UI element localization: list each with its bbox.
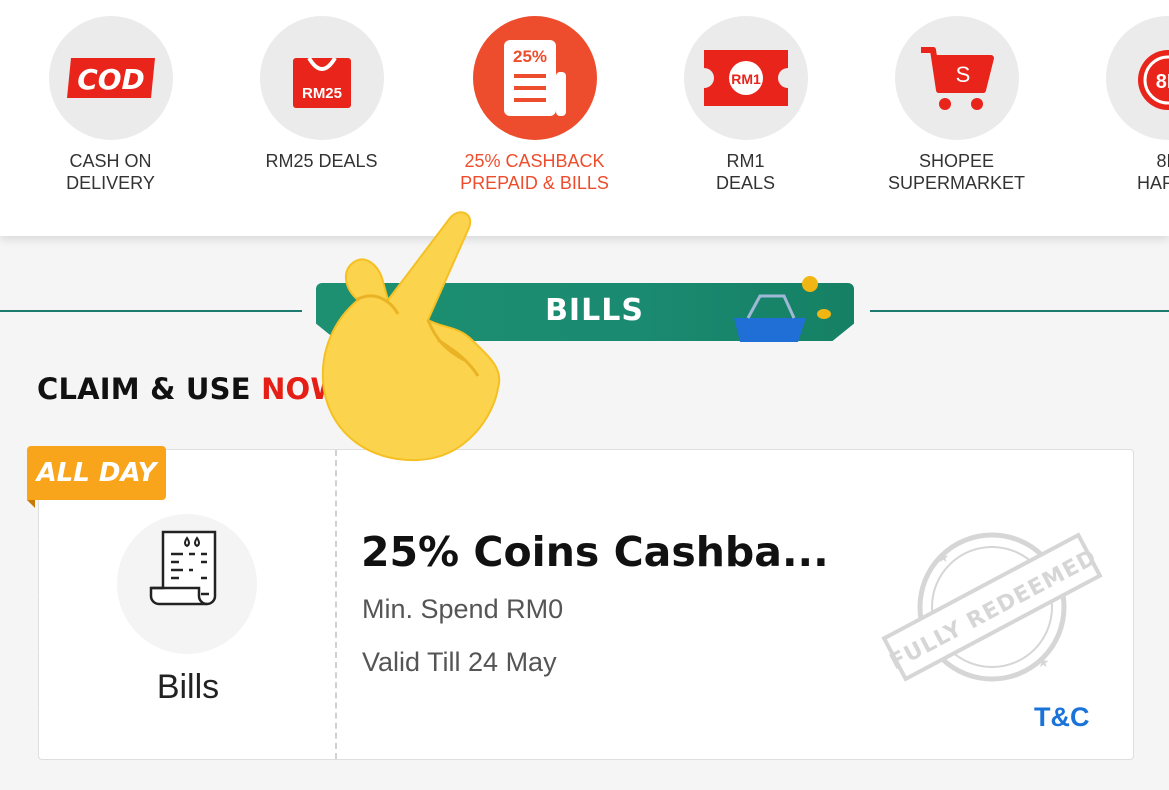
claim-prefix: CLAIM & USE: [37, 372, 262, 406]
svg-text:RM1: RM1: [731, 71, 761, 87]
svg-text:8P: 8P: [1155, 71, 1169, 93]
category-rm1-deals[interactable]: RM1 RM1 DEALS: [640, 16, 851, 194]
claim-heading: CLAIM & USE NOW: [37, 372, 343, 406]
svg-text:25%: 25%: [512, 47, 546, 66]
fully-redeemed-stamp: FULLY REDEEMED ★ ★: [881, 532, 1103, 682]
category-label: SHOPEE SUPERMARKET: [887, 151, 1026, 193]
svg-text:S: S: [955, 62, 970, 87]
svg-text:COD: COD: [77, 63, 145, 96]
ticket-icon: RM1: [683, 16, 808, 140]
voucher-validity: Valid Till 24 May: [362, 647, 557, 677]
svg-text:★: ★: [937, 549, 950, 565]
all-day-badge: ALL DAY: [27, 446, 166, 500]
clock-icon: 8P: [1105, 16, 1169, 140]
voucher-title: 25% Coins Cashba...: [361, 528, 829, 576]
category-rm25-deals[interactable]: RM25 RM25 DEALS: [216, 16, 427, 172]
pointing-finger-icon: [321, 211, 501, 462]
category-label: CASH ON DELIVERY: [66, 151, 155, 193]
terms-link[interactable]: T&C: [1034, 702, 1090, 733]
badge-fold: [27, 500, 35, 508]
cod-icon: COD: [48, 16, 173, 140]
shopping-bag-icon: RM25: [259, 16, 384, 140]
category-label: 8P HAPPY: [1136, 151, 1169, 193]
svg-text:RM25: RM25: [301, 85, 341, 102]
category-shopee-supermarket[interactable]: S SHOPEE SUPERMARKET: [851, 16, 1062, 194]
bill-receipt-icon: 25%: [472, 16, 597, 140]
category-label: RM25 DEALS: [265, 151, 378, 171]
voucher-card[interactable]: Bills 25% Coins Cashba... Min. Spend RM0…: [33, 449, 1134, 760]
voucher-min-spend: Min. Spend RM0: [362, 594, 564, 624]
cart-icon: S: [894, 16, 1019, 140]
category-8p-happy[interactable]: 8P 8P HAPPY: [1062, 16, 1169, 194]
category-cash-on-delivery[interactable]: COD CASH ON DELIVERY: [5, 16, 216, 194]
bill-icon: [149, 530, 217, 606]
category-cashback-prepaid-bills[interactable]: 25% 25% CASHBACK PREPAID & BILLS: [429, 16, 640, 194]
category-label: 25% CASHBACK PREPAID & BILLS: [460, 151, 609, 193]
category-strip: COD CASH ON DELIVERY RM25 RM25 DEALS 25%: [0, 0, 1169, 236]
banner-title: BILLS: [545, 293, 644, 328]
voucher-category-label: Bills: [156, 668, 220, 706]
category-label: RM1 DEALS: [715, 151, 776, 193]
svg-text:★: ★: [1037, 654, 1050, 670]
